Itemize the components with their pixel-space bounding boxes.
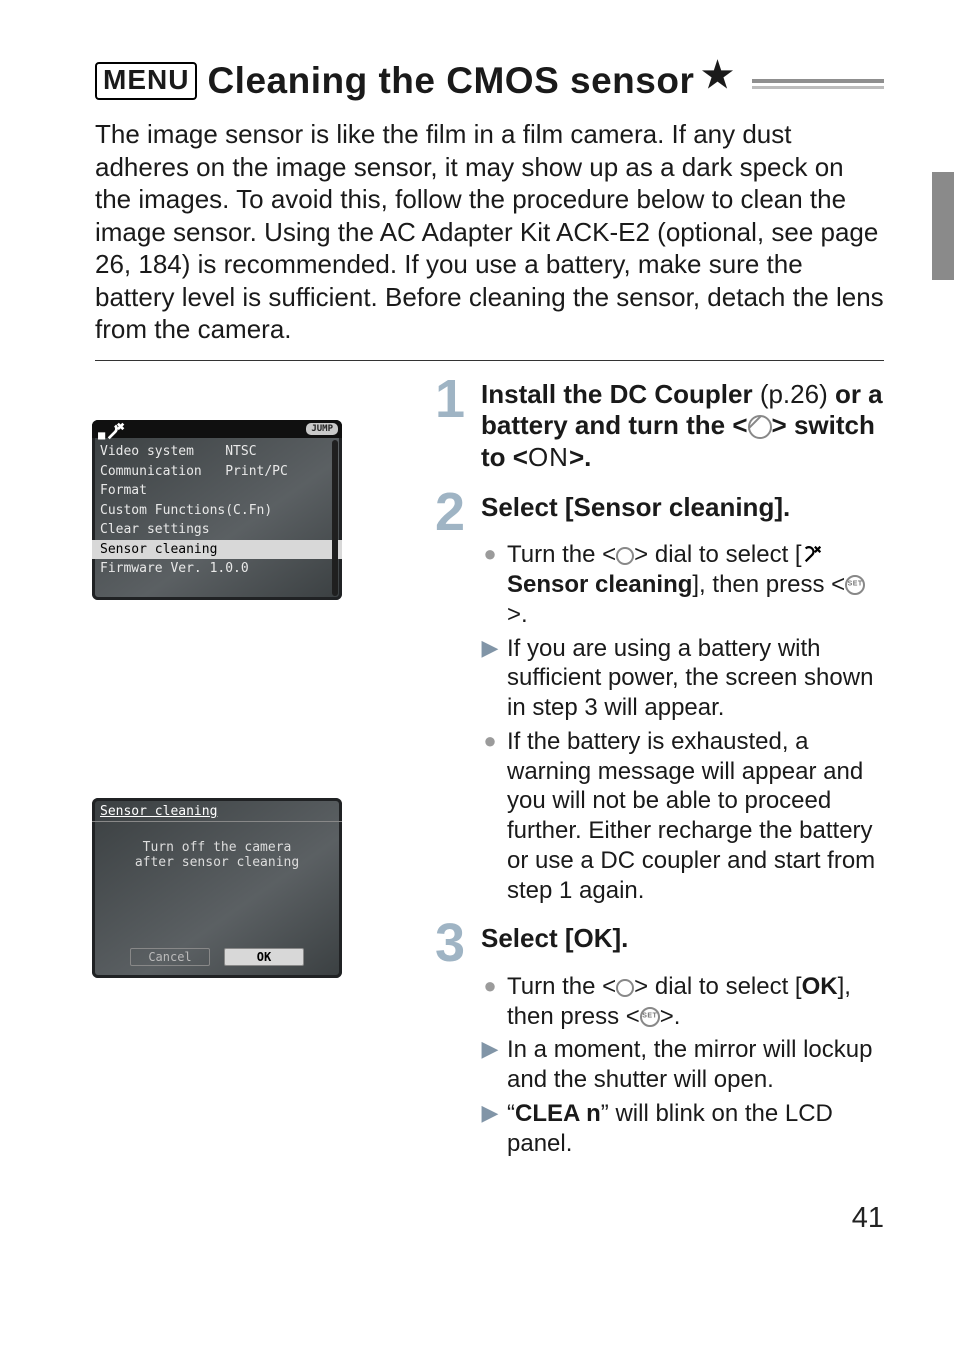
step-3b: ▶ In a moment, the mirror will lockup an… [481, 1035, 884, 1095]
set-button-icon [845, 575, 865, 595]
dialog-message: Turn off the camera after sensor cleanin… [92, 822, 342, 870]
lcd-menu-screenshot: ■ JUMP Video system NTSCCommunication Pr… [92, 420, 342, 600]
step-3c: ▶ “CLEA n” will blink on the LCD panel. [481, 1099, 884, 1159]
side-tab [932, 172, 954, 280]
substep-text: Turn the < > dial to select [ Sensor clea… [507, 540, 884, 629]
dial-icon [616, 547, 634, 565]
label: Sensor cleaning [507, 571, 692, 598]
power-switch-icon [748, 415, 772, 439]
menu-item: Communication Print/PC [92, 462, 342, 482]
step-2-title: Select [Sensor cleaning]. [481, 492, 790, 524]
on-label: ON [528, 442, 569, 472]
title-rule [752, 79, 884, 89]
separator [95, 360, 884, 361]
dial-icon [616, 979, 634, 997]
result-arrow-icon: ▶ [481, 1099, 499, 1128]
page-title-row: MENU Cleaning the CMOS sensor ★ [95, 60, 884, 102]
text: Turn the < [507, 541, 616, 568]
result-arrow-icon: ▶ [481, 1035, 499, 1064]
menu-item: Custom Functions(C.Fn) [92, 501, 342, 521]
bullet-icon: ● [481, 540, 499, 569]
bullet-icon: ● [481, 727, 499, 756]
menu-item: Clear settings [92, 520, 342, 540]
scrollbar [332, 440, 338, 596]
dialog-title: Sensor cleaning [92, 798, 342, 822]
page-title: Cleaning the CMOS sensor [207, 60, 694, 102]
step-number: 2 [435, 488, 469, 537]
step-3-title: Select [OK]. [481, 923, 628, 955]
ok-button: OK [224, 948, 304, 966]
substep-text: In a moment, the mirror will lockup and … [507, 1035, 884, 1095]
text: ], then press < [692, 571, 845, 598]
menu-item: Sensor cleaning [92, 540, 342, 560]
substep-text: “CLEA n” will blink on the LCD panel. [507, 1099, 884, 1159]
substep-text: Turn the <> dial to select [OK], then pr… [507, 972, 884, 1032]
text: >. [569, 442, 591, 472]
tools-tab-icon [802, 543, 824, 565]
bullet-icon: ● [481, 972, 499, 1001]
page-ref: (p.26) [760, 379, 828, 409]
advanced-star-icon: ★ [701, 54, 733, 96]
intro-paragraph: The image sensor is like the film in a f… [95, 118, 884, 346]
menu-badge: MENU [95, 62, 197, 100]
step-1-title: Install the DC Coupler (p.26) or a batte… [481, 379, 884, 474]
step-3: 3 Select [OK]. ● Turn the <> dial to sel… [435, 923, 884, 1158]
step-3a: ● Turn the <> dial to select [OK], then … [481, 972, 884, 1032]
menu-list: Video system NTSCCommunication Print/PCF… [92, 438, 342, 579]
ok-label: OK [802, 973, 838, 1000]
step-2: 2 Select [Sensor cleaning]. ● Turn the <… [435, 492, 884, 906]
manual-page: MENU Cleaning the CMOS sensor ★ The imag… [0, 0, 954, 1345]
step-number: 1 [435, 375, 469, 424]
tab-indicator: ■ [98, 420, 127, 442]
menu-item: Format [92, 481, 342, 501]
text: Install the DC Coupler [481, 379, 760, 409]
step-2a: ● Turn the < > dial to select [ Sensor cl… [481, 540, 884, 629]
step-2b: ▶ If you are using a battery with suffic… [481, 634, 884, 723]
text: > dial to select [ [634, 973, 801, 1000]
jump-button: JUMP [306, 423, 338, 435]
substep-text: If the battery is exhausted, a warning m… [507, 727, 884, 906]
menu-item: Firmware Ver. 1.0.0 [92, 559, 342, 579]
text: >. [507, 601, 528, 628]
set-button-icon [640, 1007, 660, 1027]
clean-blink-label: CLEA n [515, 1100, 601, 1127]
cancel-button: Cancel [130, 948, 210, 966]
text: > dial to select [ [634, 541, 801, 568]
page-number: 41 [852, 1202, 884, 1235]
step-2c: ● If the battery is exhausted, a warning… [481, 727, 884, 906]
result-arrow-icon: ▶ [481, 634, 499, 663]
text: >. [660, 1003, 681, 1030]
step-number: 3 [435, 919, 469, 968]
lcd-confirm-screenshot: Sensor cleaning Turn off the camera afte… [92, 798, 342, 978]
menu-item: Video system NTSC [92, 442, 342, 462]
substep-text: If you are using a battery with sufficie… [507, 634, 884, 723]
text: “ [507, 1100, 515, 1127]
text: Turn the < [507, 973, 616, 1000]
step-1: 1 Install the DC Coupler (p.26) or a bat… [435, 379, 884, 474]
